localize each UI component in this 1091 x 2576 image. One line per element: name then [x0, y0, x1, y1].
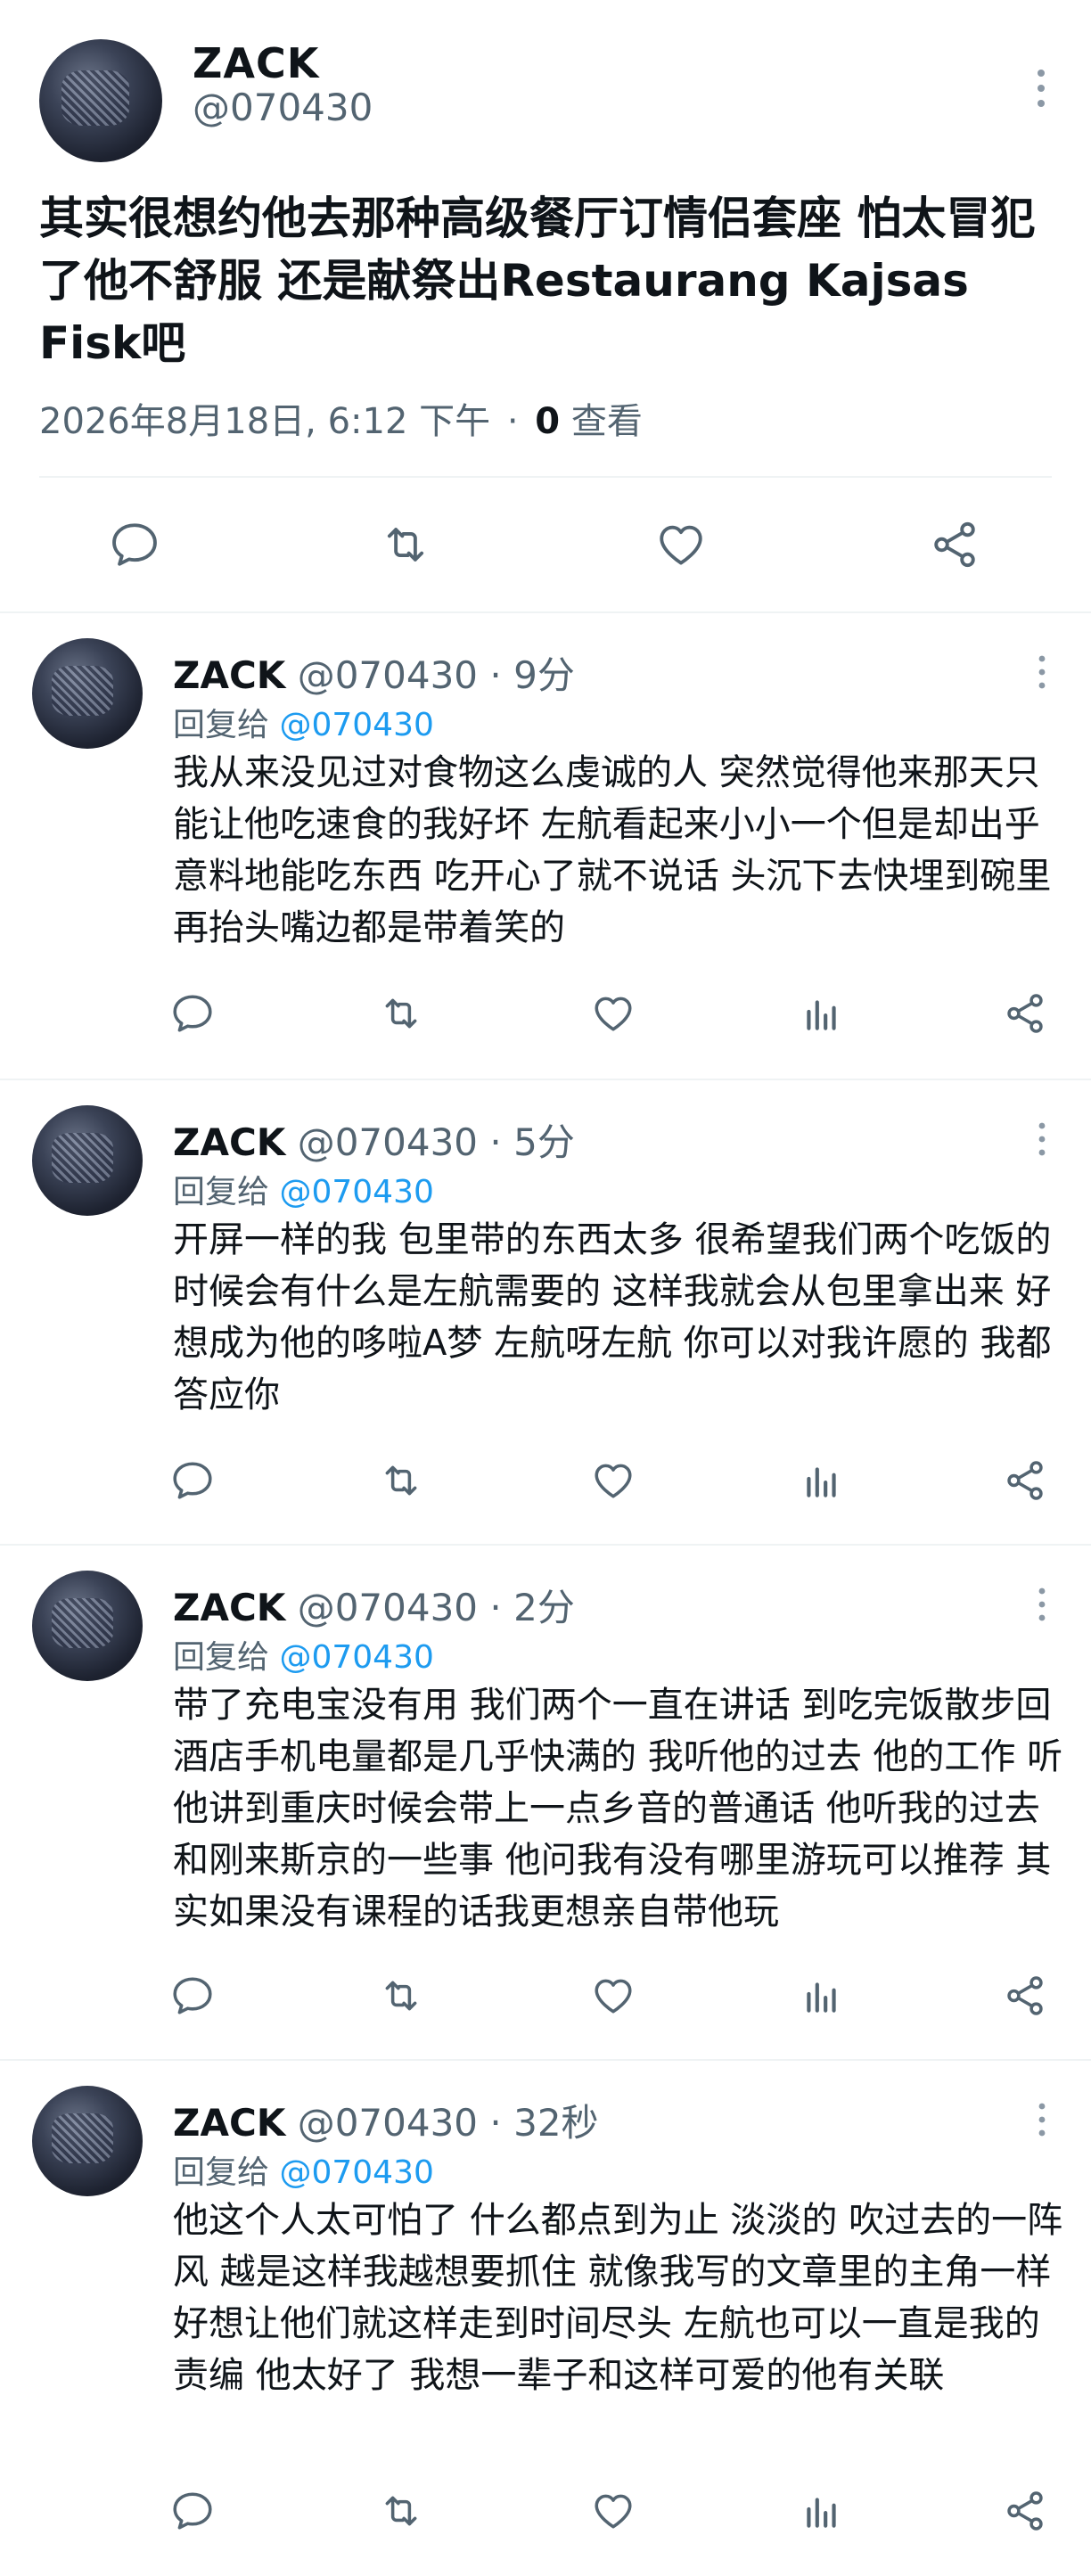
- tweet-date[interactable]: 2026年8月18日, 6:12 下午: [39, 401, 490, 442]
- replying-to-label: 回复给: [173, 1174, 270, 1210]
- reply-actions: [0, 2480, 1091, 2551]
- divider: [39, 476, 1052, 478]
- views-icon[interactable]: [799, 1458, 845, 1503]
- author-handle[interactable]: @070430: [298, 1120, 478, 1164]
- reply-actions: [0, 1965, 1091, 2036]
- avatar[interactable]: [32, 1571, 143, 1681]
- replying-to-label: 回复给: [173, 1639, 270, 1676]
- like-icon[interactable]: [653, 519, 709, 570]
- share-icon[interactable]: [1002, 991, 1048, 1036]
- author-handle[interactable]: @070430: [298, 2101, 478, 2145]
- views-icon[interactable]: [799, 1973, 845, 2018]
- more-icon[interactable]: [1038, 654, 1046, 690]
- meta-dot: ·: [506, 401, 519, 442]
- like-icon[interactable]: [590, 991, 636, 1036]
- author-handle[interactable]: @070430: [298, 1586, 478, 1629]
- more-icon[interactable]: [1038, 1587, 1046, 1622]
- more-icon[interactable]: [1036, 68, 1046, 109]
- views-icon[interactable]: [799, 991, 845, 1036]
- share-icon[interactable]: [1002, 1458, 1048, 1503]
- author-name[interactable]: ZACK: [173, 1120, 285, 1164]
- author-handle[interactable]: @070430: [298, 653, 478, 697]
- replying-to-handle[interactable]: @070430: [279, 2154, 433, 2191]
- reply-icon[interactable]: [169, 991, 216, 1036]
- main-tweet: ZACK @070430 其实很想约他去那种高级餐厅订情侣套座 怕太冒犯了他不舒…: [0, 0, 1091, 613]
- reply-header: ZACK @070430 · 32秒: [173, 2093, 599, 2147]
- author-name[interactable]: ZACK: [173, 2101, 285, 2145]
- reply-text: 带了充电宝没有用 我们两个一直在讲话 到吃完饭散步回酒店手机电量都是几乎快满的 …: [173, 1685, 1063, 1932]
- avatar[interactable]: [39, 39, 162, 162]
- reply-text: 我从来没见过对食物这么虔诚的人 突然觉得他来那天只能让他吃速食的我好坏 左航看起…: [173, 752, 1052, 948]
- replying-to: 回复给 @070430: [173, 2146, 434, 2193]
- reply-icon[interactable]: [169, 1973, 216, 2018]
- reply-header: ZACK @070430 · 9分: [173, 645, 575, 700]
- reply-icon[interactable]: [169, 2489, 216, 2533]
- reply-icon[interactable]: [169, 1458, 216, 1503]
- author-name[interactable]: ZACK: [173, 653, 285, 697]
- author-handle[interactable]: @070430: [193, 86, 373, 129]
- share-icon[interactable]: [1002, 2489, 1048, 2533]
- replying-to: 回复给 @070430: [173, 1631, 434, 1678]
- like-icon[interactable]: [590, 1458, 636, 1503]
- replying-to: 回复给 @070430: [173, 699, 434, 745]
- tweet-meta: 2026年8月18日, 6:12 下午 · 0 查看: [39, 392, 643, 444]
- reply-text: 开屏一样的我 包里带的东西太多 很希望我们两个吃饭的时候会有什么是左航需要的 这…: [173, 1219, 1052, 1415]
- meta-dot: ·: [489, 2101, 502, 2145]
- replying-to-label: 回复给: [173, 2154, 270, 2191]
- replying-to-handle[interactable]: @070430: [279, 707, 433, 743]
- reply-item[interactable]: ZACK @070430 · 5分 回复给 @070430 开屏一样的我 包里带…: [0, 1080, 1091, 1544]
- share-icon[interactable]: [927, 519, 982, 570]
- reply-icon[interactable]: [107, 519, 162, 570]
- reply-actions: [0, 982, 1091, 1054]
- meta-dot: ·: [489, 1120, 502, 1164]
- more-icon[interactable]: [1038, 2102, 1046, 2137]
- meta-dot: ·: [489, 653, 502, 697]
- reply-header: ZACK @070430 · 2分: [173, 1578, 575, 1632]
- retweet-icon[interactable]: [378, 1973, 424, 2018]
- meta-dot: ·: [489, 1586, 502, 1629]
- reply-time: 2分: [513, 1586, 575, 1629]
- reply-time: 9分: [513, 653, 575, 697]
- replying-to-handle[interactable]: @070430: [279, 1174, 433, 1210]
- author-name[interactable]: ZACK: [173, 1586, 285, 1629]
- replying-to: 回复给 @070430: [173, 1166, 434, 1212]
- reply-time: 32秒: [513, 2101, 599, 2145]
- avatar[interactable]: [32, 2086, 143, 2196]
- reply-text: 他这个人太可怕了 什么都点到为止 淡淡的 吹过去的一阵风 越是这样我越想要抓住 …: [173, 2200, 1063, 2396]
- reply-time: 5分: [513, 1120, 575, 1164]
- avatar[interactable]: [32, 638, 143, 749]
- avatar[interactable]: [32, 1105, 143, 1216]
- like-icon[interactable]: [590, 2489, 636, 2533]
- reply-item[interactable]: ZACK @070430 · 32秒 回复给 @070430 他这个人太可怕了 …: [0, 2061, 1091, 2576]
- like-icon[interactable]: [590, 1973, 636, 2018]
- retweet-icon[interactable]: [378, 1458, 424, 1503]
- retweet-icon[interactable]: [378, 991, 424, 1036]
- reply-actions: [0, 1449, 1091, 1521]
- more-icon[interactable]: [1038, 1121, 1046, 1157]
- reply-item[interactable]: ZACK @070430 · 2分 回复给 @070430 带了充电宝没有用 我…: [0, 1546, 1091, 2059]
- reply-header: ZACK @070430 · 5分: [173, 1112, 575, 1167]
- replying-to-label: 回复给: [173, 707, 270, 743]
- retweet-icon[interactable]: [378, 519, 433, 570]
- replying-to-handle[interactable]: @070430: [279, 1639, 433, 1676]
- tweet-text: 其实很想约他去那种高级餐厅订情侣套座 怕太冒犯了他不舒服 还是献祭出Restau…: [39, 193, 1036, 369]
- author-name[interactable]: ZACK: [193, 39, 319, 87]
- retweet-icon[interactable]: [378, 2489, 424, 2533]
- reply-item[interactable]: ZACK @070430 · 9分 回复给 @070430 我从来没见过对食物这…: [0, 613, 1091, 1079]
- views-icon[interactable]: [799, 2489, 845, 2533]
- views-label: 查看: [570, 401, 643, 442]
- tweet-actions: [0, 499, 1091, 588]
- share-icon[interactable]: [1002, 1973, 1048, 2018]
- views-count: 0: [535, 401, 561, 442]
